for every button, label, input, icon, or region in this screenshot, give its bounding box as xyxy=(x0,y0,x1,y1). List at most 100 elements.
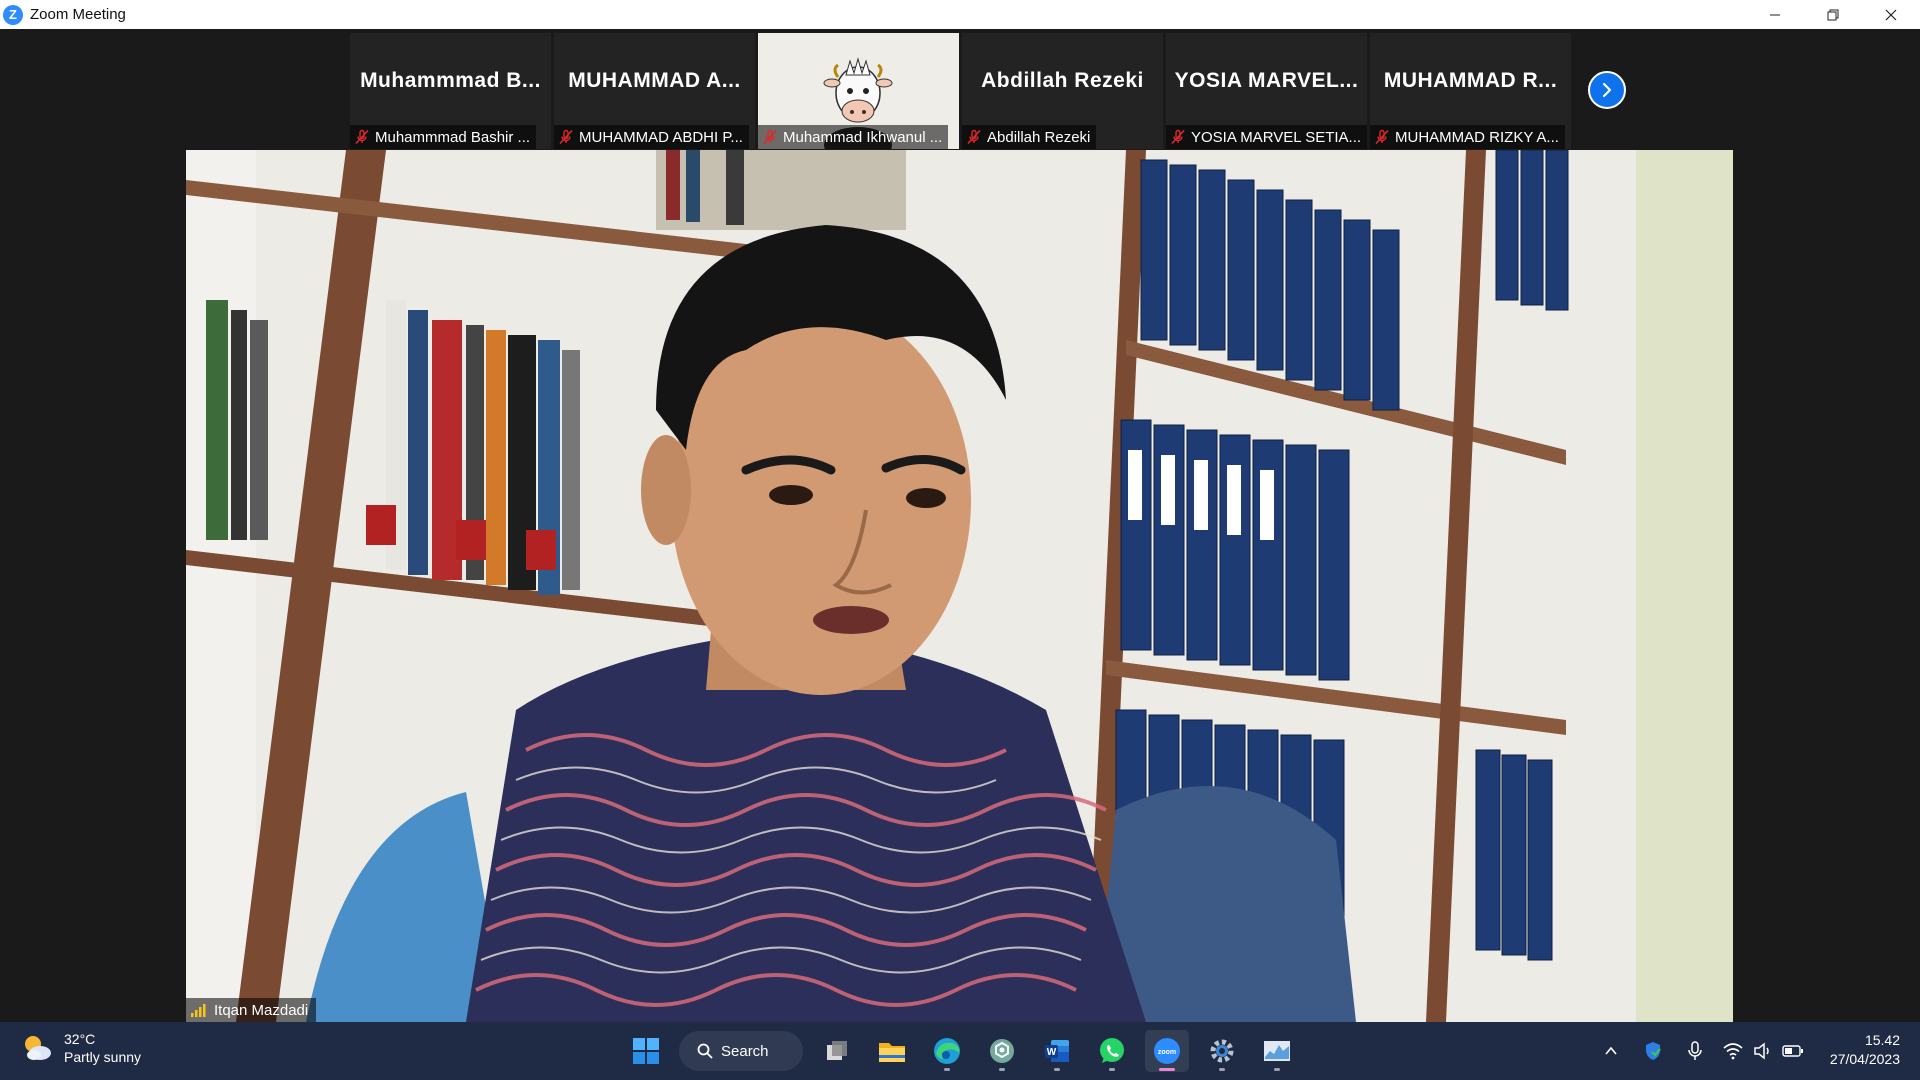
participant-tile[interactable]: Muhammmad B... Muhammmad Bashir ... xyxy=(350,33,551,149)
running-indicator xyxy=(1054,1068,1060,1071)
mic-muted-icon xyxy=(559,129,573,145)
participant-label: Muhammad Ikhwanul ... xyxy=(758,125,949,149)
settings-button[interactable] xyxy=(1200,1030,1244,1072)
mic-muted-icon xyxy=(967,129,981,145)
participant-name: Muhammmad Bashir ... xyxy=(375,128,531,146)
participant-tile[interactable]: MUHAMMAD R... MUHAMMAD RIZKY A... xyxy=(1370,33,1571,149)
chatgpt-button[interactable] xyxy=(980,1030,1024,1072)
connection-signal-icon xyxy=(191,1004,206,1017)
volume-tray-button[interactable] xyxy=(1748,1036,1778,1066)
speaker-name: Itqan Mazdadi xyxy=(214,1001,309,1019)
restore-button[interactable] xyxy=(1804,0,1862,29)
weather-condition: Partly sunny xyxy=(64,1049,142,1065)
zoom-icon: zoom xyxy=(1154,1038,1180,1064)
clock-time: 15.42 xyxy=(1864,1032,1900,1048)
participant-label: Muhammmad Bashir ... xyxy=(350,125,537,149)
weather-temperature: 32°C xyxy=(64,1031,96,1047)
taskbar-apps: Search W zoom xyxy=(624,1030,1310,1072)
participant-name: Abdillah Rezeki xyxy=(987,128,1091,146)
task-view-button[interactable] xyxy=(815,1030,859,1072)
participant-display-name: Muhammmad B... xyxy=(360,69,541,92)
file-explorer-icon xyxy=(879,1043,905,1062)
search-label: Search xyxy=(721,1042,769,1060)
chevron-up-icon xyxy=(1605,1046,1617,1055)
participant-label: MUHAMMAD ABDHI P... xyxy=(554,125,749,149)
chatgpt-icon xyxy=(990,1039,1014,1063)
taskbar-search[interactable]: Search xyxy=(679,1031,803,1071)
settings-icon xyxy=(1210,1039,1234,1063)
participant-display-name: MUHAMMAD R... xyxy=(1383,69,1558,92)
task-manager-button[interactable] xyxy=(1255,1030,1299,1072)
participant-strip: Muhammmad B... Muhammmad Bashir ... MUHA… xyxy=(350,33,1571,149)
edge-icon xyxy=(934,1038,960,1064)
participant-tile[interactable]: Abdillah Rezeki Abdillah Rezeki xyxy=(962,33,1163,149)
participant-label: Abdillah Rezeki xyxy=(962,125,1097,149)
word-button[interactable]: W xyxy=(1035,1030,1079,1072)
zoom-button[interactable]: zoom xyxy=(1145,1030,1189,1072)
show-hidden-icons-button[interactable] xyxy=(1596,1036,1626,1066)
system-tray xyxy=(1596,1035,1808,1067)
close-button[interactable] xyxy=(1862,0,1920,29)
chevron-right-icon xyxy=(1602,82,1612,98)
participant-display-name: Abdillah Rezeki xyxy=(981,69,1144,92)
participant-tile[interactable]: MUHAMMAD A... MUHAMMAD ABDHI P... xyxy=(554,33,755,149)
mic-muted-icon xyxy=(1375,129,1389,145)
restore-icon xyxy=(1827,9,1839,20)
participant-display-name: MUHAMMAD A... xyxy=(568,69,741,92)
running-indicator xyxy=(999,1068,1005,1071)
weather-widget[interactable]: 32°C Partly sunny xyxy=(20,1030,141,1066)
svg-text:W: W xyxy=(1047,1047,1057,1058)
speaker-volume-icon xyxy=(1754,1042,1769,1060)
running-indicator xyxy=(1274,1068,1280,1071)
running-indicator xyxy=(944,1068,950,1071)
mic-muted-icon xyxy=(355,129,369,145)
wifi-icon xyxy=(1723,1043,1743,1060)
word-icon: W xyxy=(1045,1040,1069,1062)
battery-icon xyxy=(1782,1045,1803,1057)
title-bar: Z Zoom Meeting xyxy=(0,0,1920,29)
participant-name: Muhammad Ikhwanul ... xyxy=(783,128,943,146)
speaker-video[interactable]: Itqan Mazdadi xyxy=(186,150,1733,1022)
microphone-tray-button[interactable] xyxy=(1680,1036,1710,1066)
taskbar-clock[interactable]: 15.42 27/04/2023 xyxy=(1830,1031,1900,1069)
minimize-icon xyxy=(1770,14,1780,15)
running-indicator xyxy=(1219,1068,1225,1071)
file-explorer-button[interactable] xyxy=(870,1030,914,1072)
participant-tile[interactable]: Muhammad Ikhwanul ... xyxy=(758,33,959,149)
task-view-icon xyxy=(827,1041,847,1060)
taskbar: 32°C Partly sunny Search W zoom 15.42 27… xyxy=(0,1022,1920,1080)
shield-check-icon xyxy=(1646,1042,1661,1060)
next-page-button[interactable] xyxy=(1588,71,1626,109)
participant-label: YOSIA MARVEL SETIA... xyxy=(1166,125,1367,149)
participant-name: YOSIA MARVEL SETIA... xyxy=(1191,128,1361,146)
weather-text: 32°C Partly sunny xyxy=(64,1030,141,1066)
wifi-tray-button[interactable] xyxy=(1718,1036,1748,1066)
search-icon xyxy=(697,1043,713,1059)
whatsapp-icon xyxy=(1100,1038,1124,1063)
security-tray-button[interactable] xyxy=(1638,1036,1668,1066)
speaker-video-frame xyxy=(186,150,1733,1022)
close-icon xyxy=(1885,9,1897,20)
windows-start-icon xyxy=(633,1038,659,1064)
mic-muted-icon xyxy=(763,129,777,145)
participant-tile[interactable]: YOSIA MARVEL... YOSIA MARVEL SETIA... xyxy=(1166,33,1367,149)
clock-date: 27/04/2023 xyxy=(1829,1051,1900,1067)
battery-tray-button[interactable] xyxy=(1778,1036,1808,1066)
active-app-indicator xyxy=(1159,1068,1175,1071)
task-manager-icon xyxy=(1264,1041,1290,1061)
participant-name: MUHAMMAD ABDHI P... xyxy=(579,128,743,146)
window-controls xyxy=(1746,0,1920,29)
participant-label: MUHAMMAD RIZKY A... xyxy=(1370,125,1565,149)
meeting-area: Muhammmad B... Muhammmad Bashir ... MUHA… xyxy=(0,29,1920,1022)
minimize-button[interactable] xyxy=(1746,0,1804,29)
start-button[interactable] xyxy=(624,1030,668,1072)
window-title: Zoom Meeting xyxy=(30,6,126,23)
whatsapp-button[interactable] xyxy=(1090,1030,1134,1072)
edge-button[interactable] xyxy=(925,1030,969,1072)
participant-display-name: YOSIA MARVEL... xyxy=(1174,69,1359,92)
participant-name: MUHAMMAD RIZKY A... xyxy=(1395,128,1559,146)
svg-text:zoom: zoom xyxy=(1158,1049,1176,1056)
running-indicator xyxy=(1109,1068,1115,1071)
partly-sunny-icon xyxy=(25,1036,51,1060)
zoom-logo-icon: Z xyxy=(3,4,23,25)
